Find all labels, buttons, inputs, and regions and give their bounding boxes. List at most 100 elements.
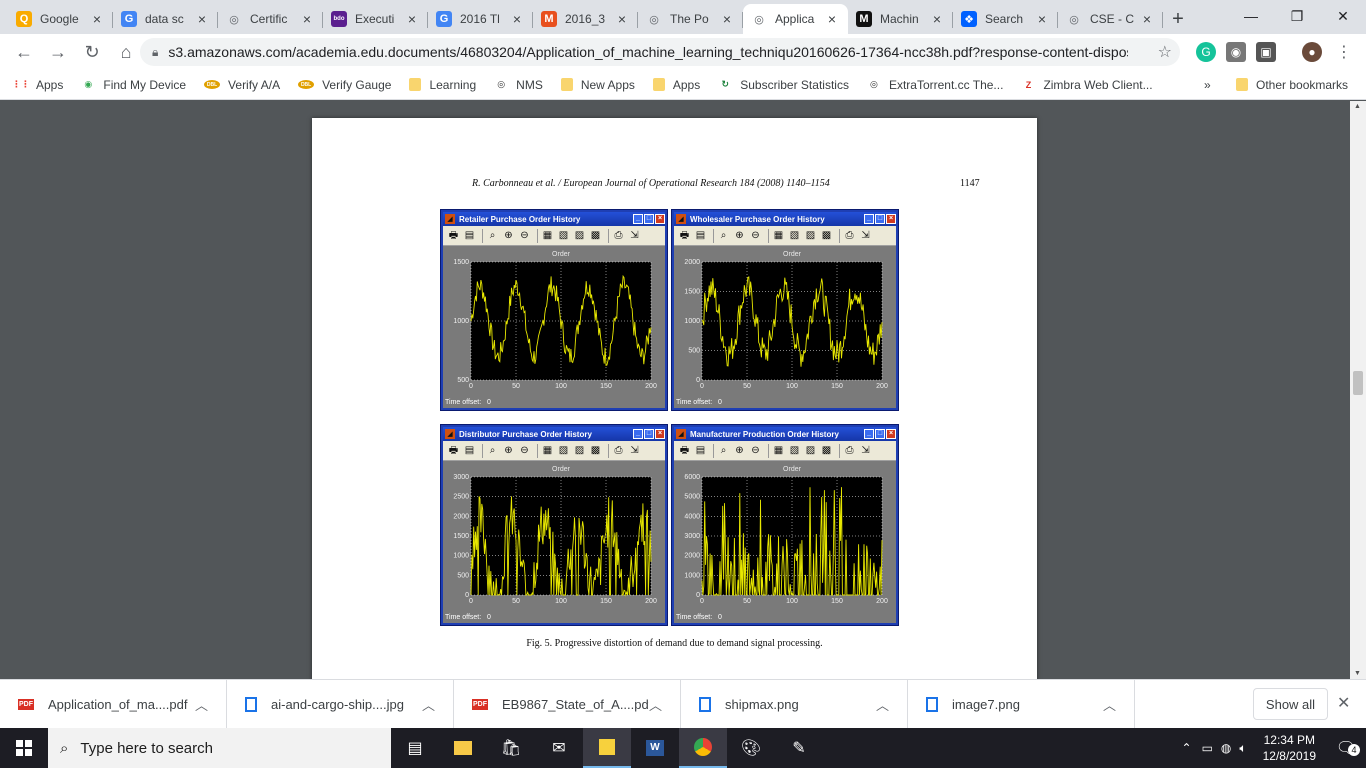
chevron-up-icon[interactable]: ︿ [876, 695, 889, 714]
tab-5[interactable]: M 2016_3 × [533, 4, 638, 34]
taskbar-search-input[interactable]: ⌕ Type here to search [48, 728, 391, 768]
chevron-up-icon[interactable]: ⌃ [1182, 741, 1192, 755]
shield-extension-icon[interactable]: ▣ [1256, 42, 1276, 62]
tab-7[interactable]: ◎ Applica × [743, 4, 848, 34]
params-icon[interactable]: ▤ [463, 444, 476, 457]
bookmark-3[interactable]: DBL Verify Gauge [298, 78, 391, 92]
scope-titlebar[interactable]: ◢ Manufacturer Production Order History _ □… [674, 427, 896, 441]
scope-titlebar[interactable]: ◢ Distributor Purchase Order History _ □ × [443, 427, 665, 441]
address-bar[interactable]: 🔒︎ s3.amazonaws.com/academia.edu.documen… [140, 38, 1180, 66]
paint-icon[interactable]: 🎨︎ [727, 728, 775, 768]
params-icon[interactable]: ▤ [463, 229, 476, 242]
volume-icon[interactable]: 🔈︎ [1239, 741, 1246, 756]
tab-6[interactable]: ◎ The Po × [638, 4, 743, 34]
reload-icon[interactable]: ↻ [76, 36, 108, 68]
restore-axes-icon[interactable]: ▨ [804, 229, 817, 242]
floating-scope-icon[interactable]: ▩ [589, 444, 602, 457]
minimize-icon[interactable]: _ [633, 214, 643, 224]
url-text[interactable]: s3.amazonaws.com/academia.edu.documents/… [168, 44, 1128, 60]
minimize-icon[interactable]: _ [864, 429, 874, 439]
zoom-y-icon[interactable]: ⊖ [749, 229, 762, 242]
tab-10[interactable]: ◎ CSE - C × [1058, 4, 1163, 34]
camera-icon[interactable]: ◉ [1226, 42, 1246, 62]
close-icon[interactable]: × [886, 214, 896, 224]
zoom-x-icon[interactable]: ⊕ [502, 229, 515, 242]
close-tab-icon[interactable]: × [719, 11, 735, 27]
zoom-icon[interactable]: ⌕ [486, 229, 499, 242]
print-icon[interactable]: 🖶︎ [678, 444, 691, 457]
maximize-icon[interactable]: □ [644, 214, 654, 224]
network-icon[interactable]: ◍ [1221, 741, 1231, 755]
scroll-up-icon[interactable]: ▲ [1354, 103, 1361, 110]
close-tab-icon[interactable]: × [194, 11, 210, 27]
params-icon[interactable]: ▤ [694, 229, 707, 242]
bookmark-8[interactable]: ↻ Subscriber Statistics [718, 78, 848, 92]
autoscale-icon[interactable]: ▦ [541, 229, 554, 242]
maximize-icon[interactable]: □ [875, 429, 885, 439]
chevron-up-icon[interactable]: ︿ [195, 695, 208, 714]
floating-scope-icon[interactable]: ▩ [820, 444, 833, 457]
tab-3[interactable]: bdo Executi × [323, 4, 428, 34]
download-item[interactable]: PDF EB9867_State_of_A....pdf ︿ [454, 679, 681, 729]
download-item[interactable]: image7.png ︿ [908, 679, 1135, 729]
close-tab-icon[interactable]: × [929, 11, 945, 27]
close-tab-icon[interactable]: × [404, 11, 420, 27]
forward-arrow-icon[interactable]: → [42, 36, 74, 68]
scrollbar-thumb[interactable] [1353, 371, 1363, 395]
save-axes-icon[interactable]: ▧ [557, 229, 570, 242]
battery-icon[interactable]: ▭ [1202, 741, 1213, 755]
params-icon[interactable]: ▤ [694, 444, 707, 457]
bookmark-5[interactable]: ◎ NMS [494, 78, 543, 92]
bookmark-7[interactable]: Apps [652, 78, 700, 92]
lock-icon[interactable]: 🔒︎ [152, 45, 158, 60]
zoom-icon[interactable]: ⌕ [717, 444, 730, 457]
chevron-up-icon[interactable]: ︿ [1103, 695, 1116, 714]
download-item[interactable]: PDF Application_of_ma....pdf ︿ [0, 679, 227, 729]
lock-axes-icon[interactable]: ⇲ [859, 229, 872, 242]
close-download-shelf-icon[interactable]: ✕ [1337, 693, 1350, 713]
close-tab-icon[interactable]: × [89, 11, 105, 27]
zoom-x-icon[interactable]: ⊕ [502, 444, 515, 457]
tab-0[interactable]: Q Google × [8, 4, 113, 34]
back-arrow-icon[interactable]: ← [8, 36, 40, 68]
minimize-icon[interactable]: _ [633, 429, 643, 439]
lock-axes-icon[interactable]: ⇲ [628, 229, 641, 242]
tab-1[interactable]: Gdata sc × [113, 4, 218, 34]
autoscale-icon[interactable]: ▦ [772, 444, 785, 457]
save-axes-icon[interactable]: ▧ [788, 444, 801, 457]
other-bookmarks[interactable]: Other bookmarks [1236, 78, 1348, 92]
save-axes-icon[interactable]: ▧ [557, 444, 570, 457]
chevron-up-icon[interactable]: ︿ [422, 695, 435, 714]
scope-titlebar[interactable]: ◢ Retailer Purchase Order History _ □ × [443, 212, 665, 226]
sticky-notes-icon[interactable] [583, 728, 631, 768]
tab-8[interactable]: M Machin × [848, 4, 953, 34]
more-bookmarks-icon[interactable]: » [1204, 78, 1211, 92]
pdf-viewer[interactable]: R. Carbonneau et al. / European Journal … [0, 101, 1350, 679]
bookmark-2[interactable]: DBL Verify A/A [204, 78, 280, 92]
paint-3d-icon[interactable]: ✎ [775, 728, 823, 768]
zoom-y-icon[interactable]: ⊖ [518, 229, 531, 242]
select-signals-icon[interactable]: ⎙ [843, 229, 856, 242]
close-icon[interactable]: × [655, 429, 665, 439]
print-icon[interactable]: 🖶︎ [447, 444, 460, 457]
close-tab-icon[interactable]: × [824, 11, 840, 27]
close-tab-icon[interactable]: × [1034, 11, 1050, 27]
save-axes-icon[interactable]: ▧ [788, 229, 801, 242]
restore-axes-icon[interactable]: ▨ [573, 444, 586, 457]
show-all-downloads-button[interactable]: Show all [1253, 688, 1328, 720]
tab-4[interactable]: G 2016 Tl × [428, 4, 533, 34]
minimize-icon[interactable]: _ [864, 214, 874, 224]
bookmark-0[interactable]: ⋮⋮ Apps [12, 78, 63, 92]
file-explorer-icon[interactable] [439, 728, 487, 768]
clock[interactable]: 12:34 PM 12/8/2019 [1263, 732, 1316, 764]
windows-start-icon[interactable] [0, 728, 48, 768]
lock-axes-icon[interactable]: ⇲ [859, 444, 872, 457]
floating-scope-icon[interactable]: ▩ [820, 229, 833, 242]
print-icon[interactable]: 🖶︎ [447, 229, 460, 242]
floating-scope-icon[interactable]: ▩ [589, 229, 602, 242]
store-icon[interactable]: 🛍︎ [487, 728, 535, 768]
bookmark-star-icon[interactable]: ☆ [1158, 42, 1172, 62]
chrome-icon[interactable] [679, 728, 727, 768]
zoom-icon[interactable]: ⌕ [486, 444, 499, 457]
restore-axes-icon[interactable]: ▨ [573, 229, 586, 242]
